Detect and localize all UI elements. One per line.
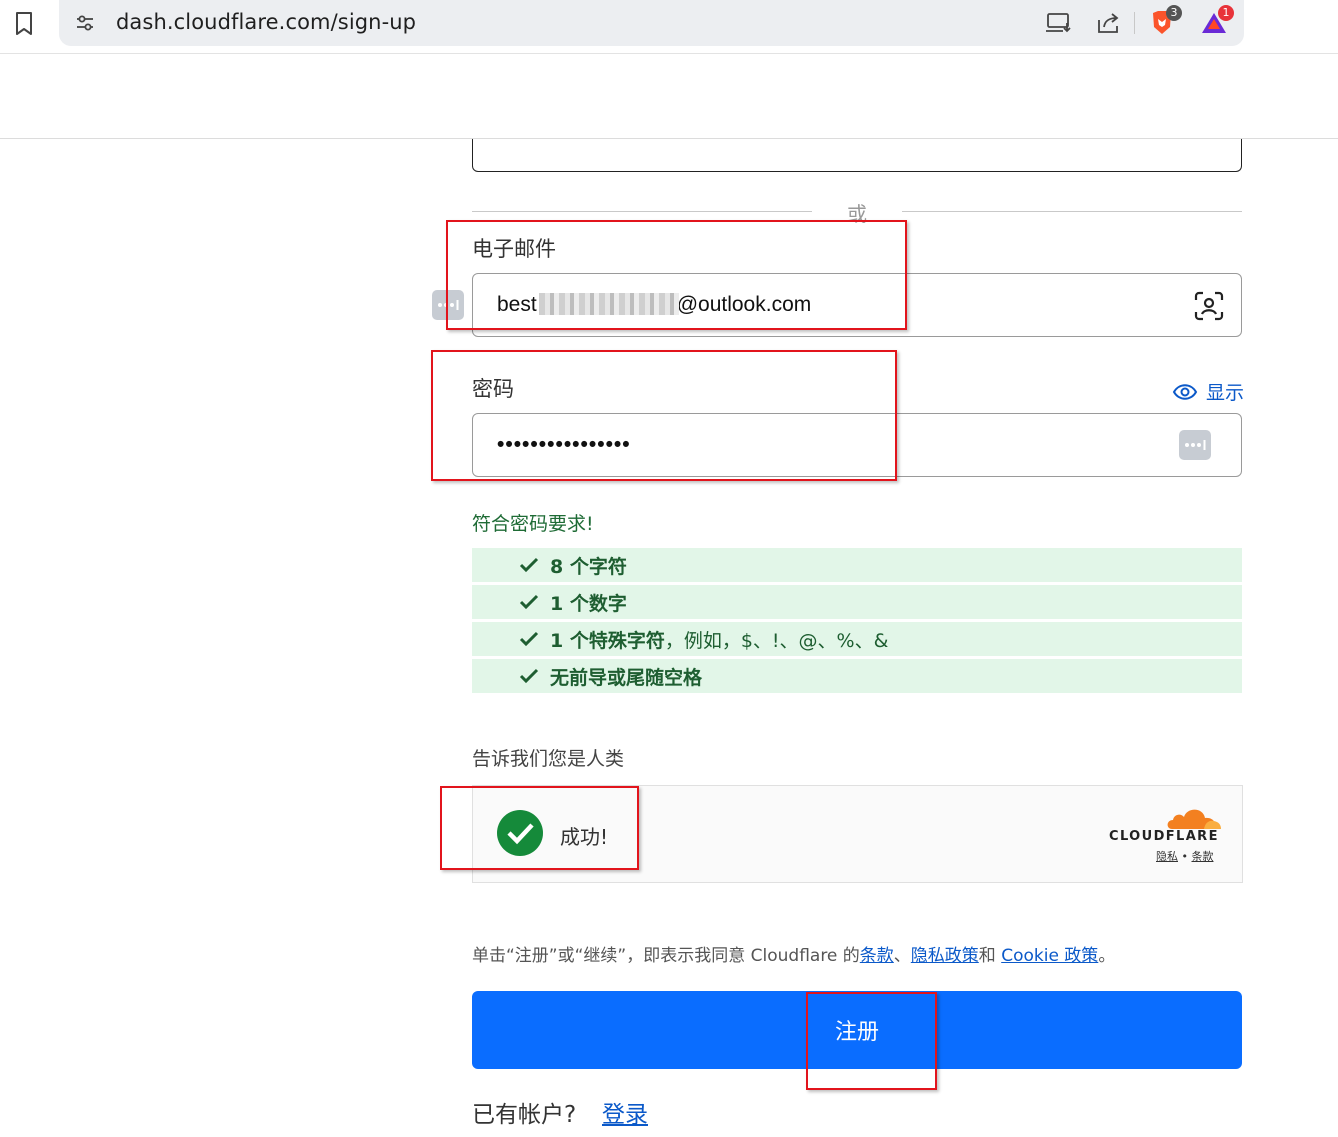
requirement-item: 无前导或尾随空格 [472, 659, 1242, 693]
divider-left [472, 211, 812, 212]
show-password-label: 显示 [1206, 382, 1245, 404]
check-icon [519, 631, 539, 647]
turnstile-links-dot: • [1178, 850, 1192, 863]
terms-prefix: 单击“注册”或“继续”，即表示我同意 Cloudflare 的 [472, 946, 860, 966]
brave-rewards-icon[interactable]: 1 [1199, 5, 1234, 38]
have-account-text: 已有帐户? [472, 1102, 577, 1128]
terms-link[interactable]: 条款 [860, 946, 894, 966]
page-header [0, 55, 1338, 139]
requirement-text: 8 个字符 [550, 555, 627, 578]
terms-end: 。 [1098, 946, 1116, 966]
browser-toolbar: dash.cloudflare.com/sign-up 3 1 [0, 0, 1338, 54]
check-icon [519, 557, 539, 573]
check-icon [519, 668, 539, 684]
requirement-item: 8 个字符 [472, 548, 1242, 582]
requirement-text: 1 个特殊字符 [550, 629, 665, 652]
requirement-text: 无前导或尾随空格 [550, 666, 703, 689]
cloudflare-wordmark: CLOUDFLARE [1109, 829, 1219, 844]
site-settings-icon[interactable] [73, 11, 97, 35]
bookmark-icon[interactable] [10, 8, 38, 40]
turnstile-links: 隐私 • 条款 [1156, 848, 1213, 864]
password-requirements-title: 符合密码要求! [472, 513, 594, 535]
annotation-box-signup [806, 992, 937, 1090]
requirement-example-text: ，例如，$、!、@、%、& [664, 629, 889, 652]
requirement-text: 1 个数字 [550, 592, 627, 615]
rewards-count-badge: 1 [1218, 5, 1234, 21]
share-icon[interactable] [1094, 8, 1124, 38]
cookie-policy-link[interactable]: Cookie 政策 [1001, 946, 1098, 966]
check-icon [519, 594, 539, 610]
terms-sep2: 和 [978, 946, 1002, 966]
requirement-item: 1 个特殊字符 ，例如，$、!、@、%、& [472, 622, 1242, 656]
annotation-box-password [431, 350, 897, 481]
address-bar[interactable]: dash.cloudflare.com/sign-up 3 1 [59, 0, 1244, 46]
face-id-icon[interactable] [1193, 290, 1225, 322]
toolbar-separator [1134, 12, 1135, 34]
brave-shields-icon[interactable]: 3 [1147, 5, 1182, 38]
divider-right [902, 211, 1242, 212]
cloudflare-cloud-icon [1166, 804, 1222, 830]
terms-notice: 单击“注册”或“继续”，即表示我同意 Cloudflare 的条款、隐私政策和 … [472, 941, 1115, 966]
install-app-icon[interactable] [1044, 8, 1074, 38]
requirement-item: 1 个数字 [472, 585, 1242, 619]
terms-sep1: 、 [893, 946, 911, 966]
turnstile-privacy-link[interactable]: 隐私 [1156, 850, 1178, 863]
login-link[interactable]: 登录 [602, 1095, 648, 1129]
annotation-box-captcha [440, 786, 639, 870]
privacy-policy-link[interactable]: 隐私政策 [911, 946, 979, 966]
turnstile-terms-link[interactable]: 条款 [1191, 850, 1213, 863]
url-text[interactable]: dash.cloudflare.com/sign-up [116, 10, 416, 34]
eye-icon [1172, 383, 1198, 400]
password-manager-field-icon[interactable] [1179, 430, 1211, 460]
shields-count-badge: 3 [1166, 5, 1182, 21]
annotation-box-email [446, 220, 907, 330]
human-verification-label: 告诉我们您是人类 [472, 748, 625, 770]
show-password-toggle[interactable]: 显示 [1172, 378, 1244, 405]
